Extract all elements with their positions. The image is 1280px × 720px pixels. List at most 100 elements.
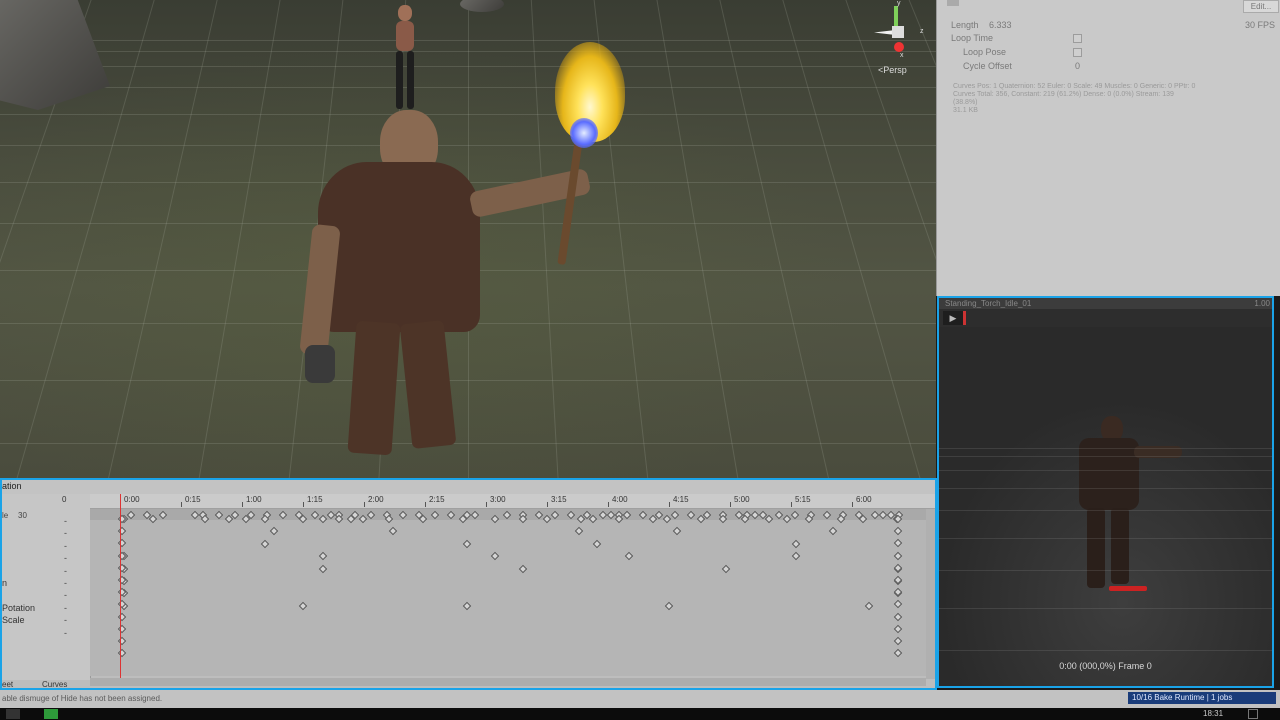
timeline-ruler[interactable]: 0:00 0:15 1:00 1:15 2:00 2:15 3:00 3:15 4:00 4:15… — [62, 494, 935, 509]
keyframe[interactable] — [622, 510, 632, 520]
keyframe[interactable] — [822, 510, 832, 520]
keyframe[interactable] — [446, 510, 456, 520]
keyframe[interactable] — [269, 527, 279, 536]
remove-property-button[interactable]: - — [64, 541, 67, 551]
bake-progress[interactable]: 10/16 Bake Runtime | 1 jobs — [1128, 692, 1276, 704]
keyframe[interactable] — [158, 510, 168, 520]
stats-line: Curves Pos: 1 Quaternion: 52 Euler: 0 Sc… — [953, 83, 1196, 90]
keyframe[interactable] — [462, 539, 472, 549]
keyframe[interactable] — [518, 564, 528, 573]
keyframe[interactable] — [893, 539, 903, 548]
inspector-icon — [947, 0, 959, 6]
tab-curves[interactable]: Curves — [42, 680, 67, 688]
summary-keyframe-row[interactable] — [90, 509, 926, 520]
keyframe[interactable] — [893, 612, 903, 621]
keyframe[interactable] — [388, 527, 398, 536]
taskbar: 18:31 — [0, 708, 1280, 720]
keyframe[interactable] — [214, 510, 224, 520]
keyframe[interactable] — [574, 527, 584, 536]
scene-view[interactable]: y z x <Persp — [0, 0, 936, 478]
remove-property-button[interactable]: - — [64, 528, 67, 538]
keyframe[interactable] — [430, 510, 440, 520]
keyframe[interactable] — [791, 539, 801, 549]
loop-time-checkbox[interactable] — [1073, 34, 1082, 43]
background-character[interactable] — [388, 5, 422, 110]
keyframe[interactable] — [893, 551, 903, 560]
perspective-toggle[interactable]: <Persp — [878, 65, 907, 75]
status-message[interactable]: able dismuge of Hide has not been assign… — [2, 694, 162, 703]
horizontal-scrollbar[interactable] — [90, 678, 926, 686]
keyframe[interactable] — [278, 510, 288, 520]
vertical-scrollbar[interactable] — [926, 509, 935, 679]
play-button[interactable]: ▶ — [943, 311, 963, 325]
rock-small — [460, 0, 504, 12]
fps-value: 30 FPS — [1245, 20, 1276, 30]
samples-field[interactable]: 30 — [18, 511, 27, 520]
keyframe-area[interactable] — [90, 514, 926, 676]
preview-grid-line — [939, 448, 1272, 449]
ruler-tickmark — [303, 502, 304, 507]
keyframe[interactable] — [828, 527, 838, 536]
remove-property-button[interactable]: - — [64, 516, 67, 526]
keyframe[interactable] — [893, 636, 903, 646]
scene-gizmo[interactable]: y z x — [870, 0, 930, 62]
animation-window[interactable]: ation le 30 - - - - - n - - Potation - Scale - - eet… — [0, 478, 937, 690]
length-value: 6.333 — [989, 20, 1012, 30]
keyframe[interactable] — [318, 551, 328, 561]
tab-dopesheet[interactable]: eet — [2, 680, 13, 688]
inspector-panel: Edit... Length 6.333 30 FPS Loop Time Lo… — [936, 0, 1280, 296]
keyframe[interactable] — [318, 564, 328, 573]
remove-property-button[interactable]: - — [64, 628, 67, 638]
keyframe[interactable] — [566, 510, 576, 520]
preview-timeline-marker[interactable] — [963, 311, 966, 325]
keyframe[interactable] — [791, 551, 801, 561]
loop-pose-checkbox[interactable] — [1073, 48, 1082, 57]
ruler-tickmark — [181, 502, 182, 507]
remove-property-button[interactable]: - — [64, 553, 67, 563]
keyframe[interactable] — [893, 648, 903, 658]
keyframe[interactable] — [664, 601, 674, 611]
edit-button[interactable]: Edit... — [1243, 0, 1279, 13]
remove-property-button[interactable]: - — [64, 578, 67, 588]
keyframe[interactable] — [462, 601, 472, 611]
animation-preview[interactable]: Standing_Torch_Idle_01 1.00 ▶ 0:00 (000,… — [937, 296, 1274, 688]
keyframe[interactable] — [672, 527, 682, 536]
keyframe[interactable] — [470, 510, 480, 520]
keyframe[interactable] — [502, 510, 512, 520]
keyframe[interactable] — [670, 510, 680, 520]
start-icon[interactable] — [6, 709, 20, 719]
cycle-offset-field[interactable]: 0 — [1075, 61, 1080, 71]
keyframe[interactable] — [490, 551, 500, 561]
grid-line — [90, 0, 229, 478]
remove-property-button[interactable]: - — [64, 590, 67, 600]
keyframe[interactable] — [592, 539, 602, 549]
ruler-tick-label: 6:00 — [856, 495, 872, 504]
animation-tab[interactable]: ation — [2, 480, 935, 495]
keyframe[interactable] — [721, 564, 731, 573]
ruler-tickmark — [547, 502, 548, 507]
gizmo-center-icon — [892, 26, 904, 38]
keyframe[interactable] — [893, 526, 903, 536]
curve-stats: Curves Pos: 1 Quaternion: 52 Euler: 0 Sc… — [953, 83, 1253, 115]
notification-icon[interactable] — [1248, 709, 1258, 719]
keyframe[interactable] — [686, 510, 696, 520]
app-icon[interactable] — [44, 709, 58, 719]
keyframe[interactable] — [790, 510, 800, 520]
keyframe[interactable] — [624, 551, 634, 561]
preview-grid-line — [939, 607, 1272, 609]
preview-speed[interactable]: 1.00 — [1254, 298, 1270, 309]
remove-property-button[interactable]: - — [64, 566, 67, 576]
playhead[interactable] — [120, 494, 121, 678]
keyframe[interactable] — [638, 510, 648, 520]
keyframe[interactable] — [893, 600, 903, 609]
keyframe[interactable] — [398, 510, 408, 520]
keyframe[interactable] — [550, 510, 560, 520]
keyframe[interactable] — [893, 624, 903, 634]
keyframe[interactable] — [864, 601, 874, 611]
keyframe[interactable] — [366, 510, 376, 520]
remove-property-button[interactable]: - — [64, 615, 67, 625]
ruler-tick-label: 0:15 — [185, 495, 201, 504]
keyframe[interactable] — [298, 601, 308, 611]
keyframe[interactable] — [260, 539, 270, 549]
remove-property-button[interactable]: - — [64, 603, 67, 613]
